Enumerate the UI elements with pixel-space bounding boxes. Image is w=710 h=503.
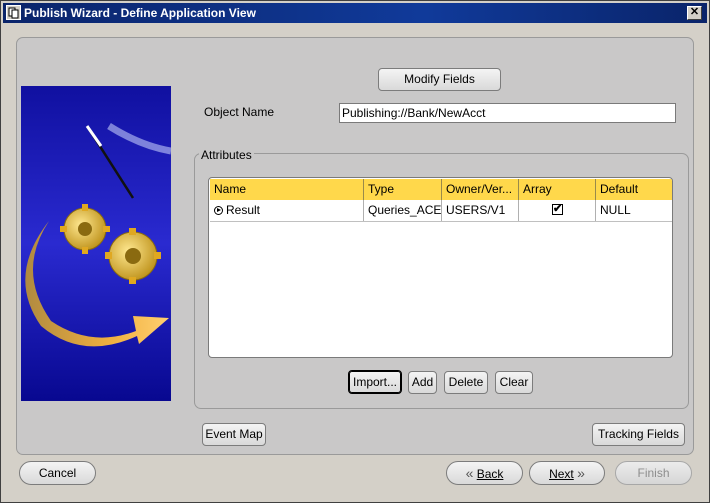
window-title: Publish Wizard - Define Application View (24, 6, 256, 20)
event-map-button[interactable]: Event Map (202, 423, 266, 446)
wizard-window: Publish Wizard - Define Application View… (0, 0, 710, 503)
next-button[interactable]: Next » (529, 461, 605, 485)
app-icon (6, 5, 21, 20)
back-button-label: Back (476, 467, 504, 481)
expand-icon[interactable] (214, 206, 223, 215)
table-header: Name Type Owner/Ver... Array Default (210, 179, 672, 200)
close-icon[interactable]: ✕ (687, 6, 702, 20)
finish-button[interactable]: Finish (615, 461, 692, 485)
object-name-label: Object Name (204, 105, 275, 119)
import-button[interactable]: Import... (348, 370, 402, 394)
column-header-array[interactable]: Array (519, 179, 596, 200)
title-bar: Publish Wizard - Define Application View… (3, 3, 707, 23)
row-type-cell[interactable]: Queries_ACE (364, 200, 442, 221)
attributes-table[interactable]: Name Type Owner/Ver... Array Default Res… (208, 177, 673, 358)
delete-button[interactable]: Delete (444, 371, 488, 394)
column-header-name[interactable]: Name (210, 179, 364, 200)
row-owner-cell[interactable]: USERS/V1 (442, 200, 519, 221)
object-name-input[interactable]: Publishing://Bank/NewAcct (339, 103, 676, 123)
array-checkbox[interactable]: ✔ (552, 204, 563, 215)
next-button-label: Next (549, 467, 574, 481)
column-header-default[interactable]: Default (596, 179, 672, 200)
column-header-type[interactable]: Type (364, 179, 442, 200)
wizard-illustration (21, 86, 171, 401)
tracking-fields-button[interactable]: Tracking Fields (592, 423, 685, 446)
back-button[interactable]: « Back (446, 461, 523, 485)
modify-fields-button[interactable]: Modify Fields (378, 68, 501, 91)
add-button[interactable]: Add (408, 371, 437, 394)
row-name-text: Result (226, 203, 261, 217)
attributes-group-title: Attributes (199, 148, 254, 162)
row-default-cell[interactable]: NULL (596, 200, 672, 221)
row-array-cell[interactable]: ✔ (519, 200, 596, 221)
table-row[interactable]: Result Queries_ACE USERS/V1 ✔ NULL (210, 200, 672, 222)
row-name-cell[interactable]: Result (210, 200, 364, 221)
column-header-owner[interactable]: Owner/Ver... (442, 179, 519, 200)
clear-button[interactable]: Clear (495, 371, 533, 394)
cancel-button[interactable]: Cancel (19, 461, 96, 485)
back-chevron-icon: « (465, 465, 474, 481)
next-chevron-icon: » (577, 465, 585, 481)
